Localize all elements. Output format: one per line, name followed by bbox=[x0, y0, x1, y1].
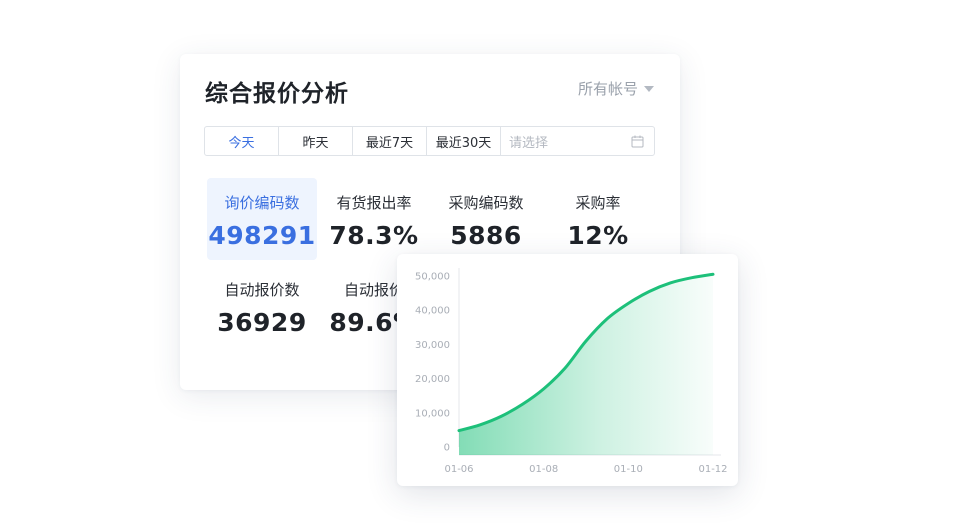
panel-title: 综合报价分析 bbox=[205, 81, 349, 107]
x-tick-label: 01-06 bbox=[444, 464, 473, 475]
stat-auto-quote-count[interactable]: 自动报价数 36929 bbox=[207, 279, 317, 337]
tab-label: 今天 bbox=[228, 135, 255, 151]
tab-label: 昨天 bbox=[302, 135, 329, 151]
stat-value: 12% bbox=[567, 221, 629, 250]
x-axis-labels: 01-06 01-08 01-10 01-12 bbox=[444, 464, 727, 475]
x-tick-label: 01-08 bbox=[529, 464, 558, 475]
stat-value: 498291 bbox=[208, 221, 316, 250]
y-axis-labels: 50,000 40,000 30,000 20,000 10,000 0 bbox=[415, 272, 450, 454]
caret-down-icon bbox=[644, 85, 654, 92]
tab-last-30-days[interactable]: 最近30天 bbox=[427, 127, 501, 155]
series-area bbox=[459, 274, 713, 455]
stat-value: 36929 bbox=[217, 308, 307, 337]
date-picker[interactable]: 请选择 bbox=[501, 127, 654, 155]
tab-last-7-days[interactable]: 最近7天 bbox=[353, 127, 427, 155]
stat-purchase-codes[interactable]: 采购编码数 5886 bbox=[431, 192, 541, 250]
stat-value: 5886 bbox=[450, 221, 522, 250]
stat-label: 采购编码数 bbox=[448, 194, 524, 212]
x-tick-label: 01-10 bbox=[614, 464, 643, 475]
stat-label: 有货报出率 bbox=[336, 194, 412, 212]
date-range-bar: 今天 昨天 最近7天 最近30天 请选择 bbox=[204, 126, 655, 156]
stat-label: 自动报价数 bbox=[224, 281, 300, 299]
stage: 综合报价分析 所有帐号 今天 昨天 最近7天 最近30天 请选择 询价编码数 4… bbox=[0, 0, 960, 532]
tab-label: 最近7天 bbox=[365, 135, 414, 151]
y-tick-label: 40,000 bbox=[415, 306, 450, 317]
calendar-icon bbox=[631, 135, 644, 147]
stat-label: 询价编码数 bbox=[224, 194, 300, 212]
stat-inquiry-codes[interactable]: 询价编码数 498291 bbox=[207, 178, 317, 260]
trend-chart-card: 50,000 40,000 30,000 20,000 10,000 0 01-06 01-… bbox=[397, 254, 738, 486]
account-select-label: 所有帐号 bbox=[577, 80, 638, 98]
tab-label: 最近30天 bbox=[435, 135, 492, 151]
tab-today[interactable]: 今天 bbox=[205, 127, 279, 155]
y-tick-label: 20,000 bbox=[415, 374, 450, 385]
tab-yesterday[interactable]: 昨天 bbox=[279, 127, 353, 155]
stat-purchase-rate[interactable]: 采购率 12% bbox=[543, 192, 653, 250]
date-picker-placeholder: 请选择 bbox=[509, 135, 549, 151]
stat-in-stock-quote-rate[interactable]: 有货报出率 78.3% bbox=[319, 192, 429, 250]
stat-value: 78.3% bbox=[329, 221, 419, 250]
y-tick-label: 30,000 bbox=[415, 340, 450, 351]
stat-label: 采购率 bbox=[575, 194, 621, 212]
y-tick-label: 10,000 bbox=[415, 408, 450, 419]
y-tick-label: 50,000 bbox=[415, 272, 450, 283]
x-tick-label: 01-12 bbox=[698, 464, 727, 475]
trend-chart: 50,00040,00030,00020,00010,0000 01-06 01-… bbox=[415, 268, 728, 475]
y-tick-label: 0 bbox=[444, 443, 450, 454]
account-select[interactable]: 所有帐号 bbox=[578, 78, 654, 99]
